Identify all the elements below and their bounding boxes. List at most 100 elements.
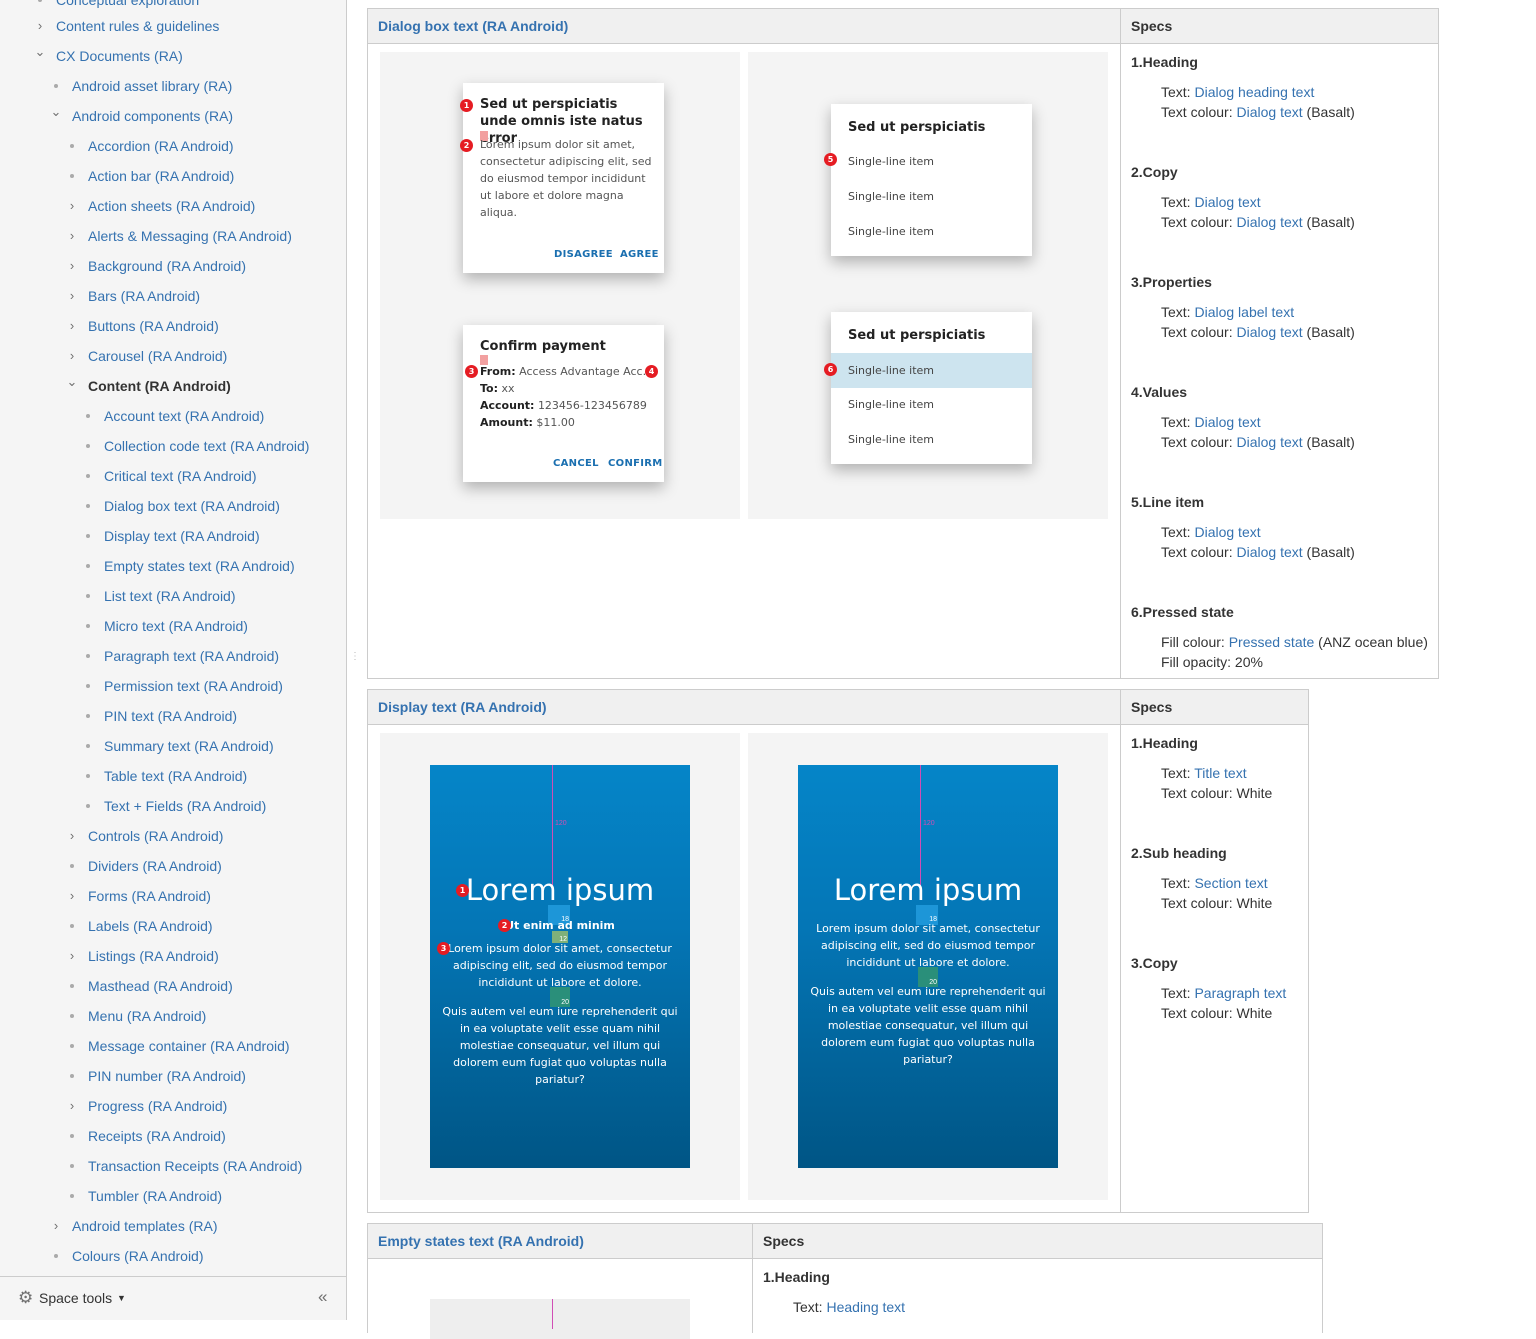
sidebar-tree-item[interactable]: Transaction Receipts (RA Android) [0, 1151, 346, 1181]
sidebar-tree-item[interactable]: Text + Fields (RA Android) [0, 791, 346, 821]
sidebar-tree-item-label[interactable]: Content rules & guidelines [56, 11, 219, 41]
sidebar-tree-item-label[interactable]: Buttons (RA Android) [88, 311, 219, 341]
sidebar-tree-item[interactable]: Account text (RA Android) [0, 401, 346, 431]
sidebar-tree-item-label[interactable]: Android asset library (RA) [72, 71, 232, 101]
sidebar-tree-item-label[interactable]: Controls (RA Android) [88, 821, 223, 851]
sidebar-tree-item-label[interactable]: Permission text (RA Android) [104, 671, 283, 701]
sidebar-tree-item-label[interactable]: Android templates (RA) [72, 1211, 218, 1241]
spec-link[interactable]: Dialog text [1194, 414, 1260, 430]
spec-link[interactable]: Dialog text [1194, 524, 1260, 540]
sidebar-tree-item[interactable]: Collection code text (RA Android) [0, 431, 346, 461]
sidebar-tree-item[interactable]: Permission text (RA Android) [0, 671, 346, 701]
sidebar-tree-item[interactable]: Colours (RA Android) [0, 1241, 346, 1271]
chevron-right-icon[interactable]: › [66, 1091, 78, 1121]
sidebar-tree-item-label[interactable]: Display text (RA Android) [104, 521, 260, 551]
spec-link[interactable]: Heading text [826, 1299, 905, 1315]
sidebar-tree-item-label[interactable]: Forms (RA Android) [88, 881, 211, 911]
sidebar-tree-item[interactable]: › Alerts & Messaging (RA Android) [0, 221, 346, 251]
sidebar-tree-item-label[interactable]: Empty states text (RA Android) [104, 551, 295, 581]
sidebar-tree-item[interactable]: Dialog box text (RA Android) [0, 491, 346, 521]
space-tools-button[interactable]: Space tools [39, 1290, 112, 1306]
list-item[interactable]: Single-line item [831, 144, 1032, 179]
sidebar-tree-item-label[interactable]: Accordion (RA Android) [88, 131, 234, 161]
sidebar-tree-item[interactable]: List text (RA Android) [0, 581, 346, 611]
list-item[interactable]: Single-line item [831, 387, 1032, 422]
spec-link[interactable]: Dialog heading text [1194, 84, 1314, 100]
sidebar-tree-item[interactable]: › Controls (RA Android) [0, 821, 346, 851]
sidebar-tree-item[interactable]: Table text (RA Android) [0, 761, 346, 791]
sidebar-tree-item-label[interactable]: Bars (RA Android) [88, 281, 200, 311]
sidebar-tree-item[interactable]: Message container (RA Android) [0, 1031, 346, 1061]
sidebar-tree-item[interactable]: ⌄ Android components (RA) [0, 101, 346, 131]
spec-link[interactable]: Section text [1194, 875, 1267, 891]
sidebar-tree-item-label[interactable]: Micro text (RA Android) [104, 611, 248, 641]
chevron-right-icon[interactable]: › [66, 821, 78, 851]
sidebar-tree-item[interactable]: Paragraph text (RA Android) [0, 641, 346, 671]
sidebar-tree-item-label[interactable]: Table text (RA Android) [104, 761, 247, 791]
sidebar-tree-item[interactable]: Summary text (RA Android) [0, 731, 346, 761]
spec-link[interactable]: Paragraph text [1194, 985, 1286, 1001]
sidebar-tree-item[interactable]: PIN number (RA Android) [0, 1061, 346, 1091]
sidebar-tree-item-label[interactable]: Collection code text (RA Android) [104, 431, 309, 461]
sidebar-tree-item-label[interactable]: PIN number (RA Android) [88, 1061, 246, 1091]
sidebar-tree-item[interactable]: Labels (RA Android) [0, 911, 346, 941]
section-title-link[interactable]: Display text (RA Android) [378, 690, 547, 725]
spec-link[interactable]: Dialog text [1236, 324, 1302, 340]
chevron-right-icon[interactable]: › [50, 1211, 62, 1241]
chevron-right-icon[interactable]: › [66, 191, 78, 221]
sidebar-tree-item[interactable]: Micro text (RA Android) [0, 611, 346, 641]
sidebar-tree-item-label[interactable]: Dividers (RA Android) [88, 851, 222, 881]
sidebar-tree-item-label[interactable]: PIN text (RA Android) [104, 701, 237, 731]
sidebar-tree-item-label[interactable]: Menu (RA Android) [88, 1001, 206, 1031]
list-item[interactable]: Single-line item [831, 214, 1032, 249]
spec-link[interactable]: Dialog text [1194, 194, 1260, 210]
list-item-pressed[interactable]: Single-line item [831, 353, 1032, 388]
sidebar-tree-item[interactable]: › Buttons (RA Android) [0, 311, 346, 341]
list-item[interactable]: Single-line item [831, 422, 1032, 457]
sidebar-tree-item[interactable]: › Forms (RA Android) [0, 881, 346, 911]
spec-link[interactable]: Dialog label text [1194, 304, 1294, 320]
chevron-down-icon[interactable]: ▼ [117, 1290, 126, 1306]
sidebar-tree-item-label[interactable]: Account text (RA Android) [104, 401, 264, 431]
spec-link[interactable]: Pressed state [1229, 634, 1315, 650]
collapse-sidebar-icon[interactable]: « [318, 1287, 327, 1307]
sidebar-tree-item-label[interactable]: Progress (RA Android) [88, 1091, 227, 1121]
sidebar-tree-item[interactable]: Critical text (RA Android) [0, 461, 346, 491]
sidebar-tree-item-label[interactable]: List text (RA Android) [104, 581, 236, 611]
sidebar-tree-item-label[interactable]: Android components (RA) [72, 101, 233, 131]
list-item[interactable]: Single-line item [831, 179, 1032, 214]
section-title-link[interactable]: Empty states text (RA Android) [378, 1224, 584, 1259]
gear-icon[interactable]: ⚙ [18, 1289, 33, 1307]
sidebar-tree-item[interactable]: ⌄ Content (RA Android) [0, 371, 346, 401]
sidebar-tree-item-label[interactable]: Dialog box text (RA Android) [104, 491, 280, 521]
spec-link[interactable]: Dialog text [1236, 434, 1302, 450]
confirm-button[interactable]: CONFIRM [608, 458, 663, 469]
sidebar-resize-handle[interactable]: ⋮ [350, 651, 360, 662]
agree-button[interactable]: AGREE [620, 249, 659, 260]
sidebar-tree-item[interactable]: Receipts (RA Android) [0, 1121, 346, 1151]
sidebar-tree-item-label[interactable]: Colours (RA Android) [72, 1241, 204, 1271]
sidebar-tree-item-label[interactable]: Text + Fields (RA Android) [104, 791, 266, 821]
sidebar-tree-item-label[interactable]: Action bar (RA Android) [88, 161, 234, 191]
sidebar-tree-item[interactable]: Masthead (RA Android) [0, 971, 346, 1001]
sidebar-tree-item[interactable]: ⌄ CX Documents (RA) [0, 41, 346, 71]
sidebar-tree-item[interactable]: Dividers (RA Android) [0, 851, 346, 881]
sidebar-tree-item-label[interactable]: Labels (RA Android) [88, 911, 213, 941]
sidebar-tree-item[interactable]: Accordion (RA Android) [0, 131, 346, 161]
chevron-down-icon[interactable]: ⌄ [50, 97, 62, 127]
chevron-right-icon[interactable]: › [66, 221, 78, 251]
sidebar-tree-item[interactable]: Empty states text (RA Android) [0, 551, 346, 581]
sidebar-tree-item[interactable]: PIN text (RA Android) [0, 701, 346, 731]
section-title-link[interactable]: Dialog box text (RA Android) [378, 9, 568, 44]
sidebar-tree-item-label[interactable]: Masthead (RA Android) [88, 971, 233, 1001]
cancel-button[interactable]: CANCEL [553, 458, 599, 469]
sidebar-tree-item[interactable]: › Background (RA Android) [0, 251, 346, 281]
sidebar-tree-item[interactable]: › Listings (RA Android) [0, 941, 346, 971]
sidebar-tree-item-label[interactable]: Carousel (RA Android) [88, 341, 227, 371]
sidebar-tree-item-label[interactable]: Background (RA Android) [88, 251, 246, 281]
sidebar-tree-item-label[interactable]: Critical text (RA Android) [104, 461, 257, 491]
spec-link[interactable]: Dialog text [1236, 214, 1302, 230]
sidebar-tree-item[interactable]: › Bars (RA Android) [0, 281, 346, 311]
chevron-right-icon[interactable]: › [66, 941, 78, 971]
sidebar-tree-item[interactable]: › Carousel (RA Android) [0, 341, 346, 371]
